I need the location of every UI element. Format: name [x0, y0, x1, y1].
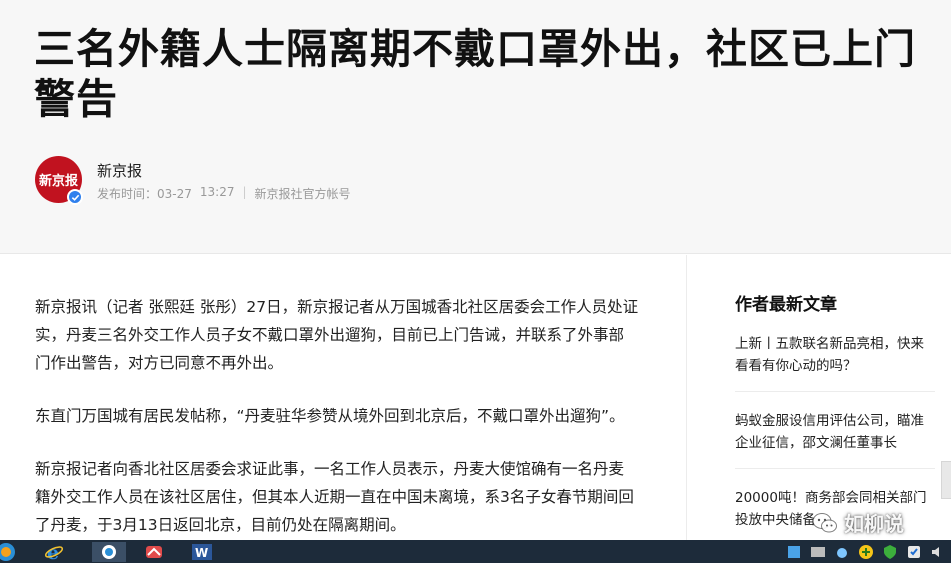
watermark: 如柳说 [812, 508, 904, 537]
svg-text:W: W [195, 546, 208, 560]
sidebar-article-link[interactable]: 上新丨五款联名新品亮相，快来看看有你心动的吗？ [735, 333, 935, 392]
internet-explorer-icon[interactable]: e [42, 542, 66, 562]
paragraph: 新京报记者向香北社区居委会求证此事，一名工作人员表示，丹麦大使馆确有一名丹麦籍外… [35, 460, 634, 534]
article-meta: 发布时间：03-27 13:27 | 新京报社官方帐号 [97, 185, 351, 202]
cloud-icon[interactable] [834, 544, 850, 560]
author-name[interactable]: 新京报 [97, 160, 142, 181]
account-label: 新京报社官方帐号 [254, 187, 351, 201]
meta-separator: | [242, 185, 247, 199]
wechat-logo-icon [812, 512, 837, 532]
security-icon[interactable] [906, 544, 922, 560]
watermark-text: 如柳说 [844, 512, 904, 536]
article-title: 三名外籍人士隔离期不戴口罩外出，社区已上门警告 [34, 25, 916, 123]
publish-time: 13:27 [199, 185, 235, 199]
verified-badge-icon [67, 189, 83, 205]
word-icon[interactable]: W [190, 542, 214, 562]
speaker-icon[interactable] [930, 544, 946, 560]
search-app-icon[interactable] [92, 542, 126, 562]
scroll-to-top-tab[interactable] [941, 461, 951, 499]
avatar-logo-text: 新京报 [38, 174, 78, 189]
maps-app-icon[interactable] [142, 542, 166, 562]
shield-icon[interactable] [882, 544, 898, 560]
add-icon[interactable] [858, 544, 874, 560]
network-icon[interactable] [786, 544, 802, 560]
svg-text:e: e [47, 542, 59, 562]
media-icon[interactable] [810, 544, 826, 560]
sidebar-article-link[interactable]: 蚂蚁金服设信用评估公司，瞄准企业征信，邵文澜任董事长 [735, 410, 935, 469]
windows-taskbar: e W [0, 540, 951, 563]
column-divider [686, 255, 687, 540]
sidebar-title: 作者最新文章 [735, 295, 837, 315]
publish-label: 发布时间： [97, 187, 158, 201]
publish-date: 03-27 [157, 187, 192, 201]
start-orb-icon[interactable] [0, 542, 18, 562]
article-body: 新京报讯（记者 张熙廷 张彤）27日，新京报记者从万国城香北社区居委会工作人员处… [35, 293, 639, 564]
paragraph: 新京报讯（记者 张熙廷 张彤）27日，新京报记者从万国城香北社区居委会工作人员处… [35, 298, 639, 372]
paragraph: 东直门万国城有居民发帖称，“丹麦驻华参赞从境外回到北京后，不戴口罩外出遛狗”。 [35, 407, 625, 425]
